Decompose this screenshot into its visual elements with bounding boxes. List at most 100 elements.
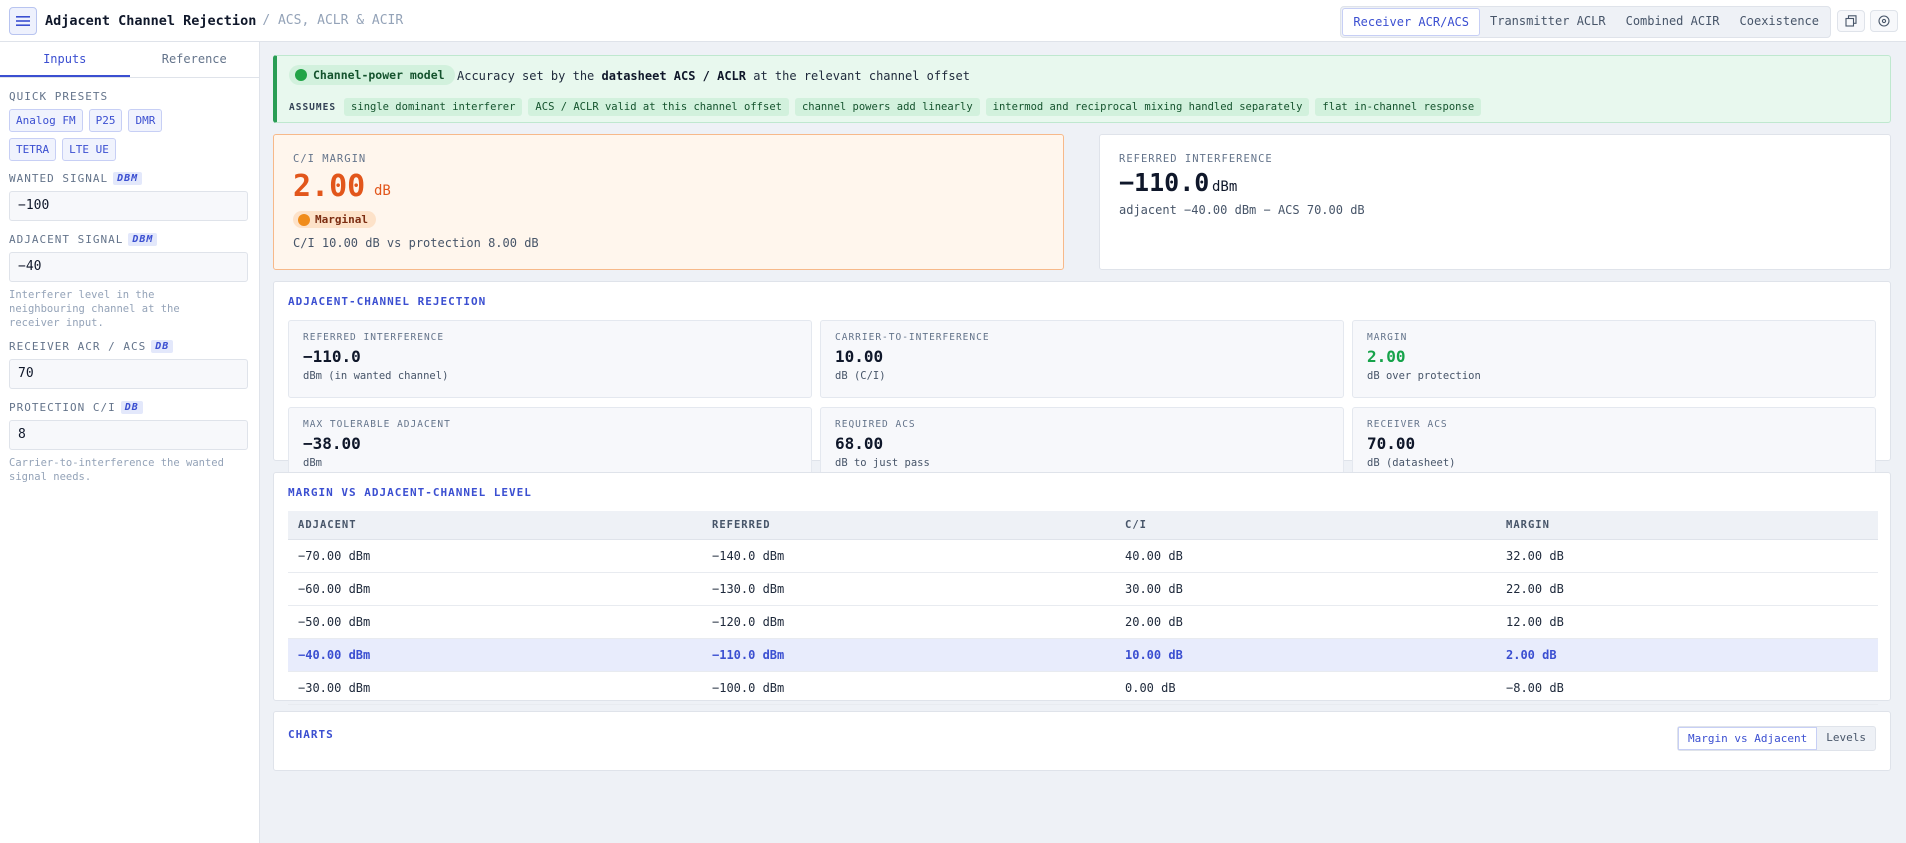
adjacent-signal-input[interactable]: −40 — [9, 252, 248, 282]
preset-tetra[interactable]: TETRA — [9, 138, 57, 161]
table-cell: −130.0 dBm — [702, 572, 1115, 606]
metric-referred-interference: REFERRED INTERFERENCE −110.0 dBm (in wan… — [288, 320, 812, 398]
section-title: MARGIN VS ADJACENT-CHANNEL LEVEL — [288, 486, 532, 499]
column-header: ADJACENT — [288, 511, 702, 540]
model-text-bold: datasheet ACS / ACLR — [601, 69, 747, 83]
metric-value: 2.00 — [1367, 347, 1406, 366]
unit-badge: DB — [151, 340, 174, 353]
metric-carrier-to-interference: CARRIER-TO-INTERFERENCE 10.00 dB (C/I) — [820, 320, 1344, 398]
ci-margin-card: C/I MARGIN 2.00 dB Marginal C/I 10.00 dB… — [273, 134, 1064, 270]
ci-margin-description: C/I 10.00 dB vs protection 8.00 dB — [293, 236, 539, 250]
metric-label: MARGIN — [1367, 332, 1408, 343]
metric-value: 68.00 — [835, 434, 884, 453]
field-label: ADJACENT SIGNAL — [9, 233, 124, 246]
field-label: RECEIVER ACR / ACS — [9, 340, 147, 353]
assumptions: ASSUMES single dominant interferer ACS /… — [289, 98, 1482, 116]
field-label: WANTED SIGNAL — [9, 172, 109, 185]
tab-receiver-acr-acs[interactable]: Receiver ACR/ACS — [1342, 8, 1480, 36]
status-badge: Marginal — [293, 211, 376, 228]
table-row: −60.00 dBm −130.0 dBm 30.00 dB 22.00 dB — [288, 572, 1878, 606]
table-cell: 32.00 dB — [1496, 539, 1878, 573]
preset-lte-ue[interactable]: LTE UE — [62, 138, 116, 161]
sidebar: Inputs Reference QUICK PRESETS Analog FM… — [0, 42, 260, 843]
adjacent-signal-hint: Interferer level in the neighbouring cha… — [9, 289, 180, 329]
chart-view-toggle: Margin vs Adjacent Levels — [1677, 726, 1876, 751]
table-body: −70.00 dBm −140.0 dBm 40.00 dB 32.00 dB −60.… — [288, 539, 1878, 738]
model-banner: Channel-power model Accuracy set by the … — [273, 55, 1891, 123]
table-cell: −70.00 dBm — [288, 539, 702, 573]
wanted-signal-input[interactable]: −100 — [9, 191, 248, 221]
metric-value: 10.00 — [835, 347, 884, 366]
table-cell: 40.00 dB — [1115, 539, 1496, 573]
assumption-chip: single dominant interferer — [344, 98, 523, 116]
charts-section: CHARTS Margin vs Adjacent Levels — [273, 711, 1891, 771]
unit-badge: DB — [120, 401, 143, 414]
margin-table-section: MARGIN VS ADJACENT-CHANNEL LEVEL ADJACEN… — [273, 472, 1891, 738]
metric-value: −38.00 — [303, 434, 361, 453]
table-cell: −110.0 dBm — [702, 638, 1115, 672]
toggle-levels[interactable]: Levels — [1817, 727, 1875, 750]
app-subtitle: / ACS, ACLR & ACIR — [262, 13, 404, 28]
receiver-acs-input[interactable]: 70 — [9, 359, 248, 389]
column-header: MARGIN — [1496, 511, 1878, 540]
tab-coexistence[interactable]: Coexistence — [1730, 8, 1829, 36]
referred-interference-card: REFERRED INTERFERENCE −110.0 dBm adjacen… — [1099, 134, 1891, 270]
menu-button[interactable] — [9, 6, 37, 35]
table-cell: 30.00 dB — [1115, 572, 1496, 606]
preset-p25[interactable]: P25 — [88, 109, 123, 132]
tab-inputs[interactable]: Inputs — [0, 42, 130, 77]
table-cell: −40.00 dBm — [288, 638, 702, 672]
model-text-pre: Accuracy set by the — [457, 69, 595, 83]
mode-tabs: Receiver ACR/ACS Transmitter ACLR Combin… — [1340, 6, 1831, 38]
metric-sub: dB (C/I) — [835, 370, 886, 382]
unit-badge: DBM — [128, 233, 158, 246]
app-title: Adjacent Channel Rejection — [45, 12, 257, 29]
model-name: Channel-power model — [313, 68, 445, 82]
metric-value: 70.00 — [1367, 434, 1416, 453]
status-badge-label: Marginal — [315, 213, 368, 226]
tab-transmitter-aclr[interactable]: Transmitter ACLR — [1480, 8, 1616, 36]
adjacent-signal-label: ADJACENT SIGNAL DBM — [9, 233, 250, 246]
copy-icon — [1845, 15, 1857, 27]
help-icon — [1878, 15, 1890, 27]
metric-sub: dB (datasheet) — [1367, 457, 1456, 469]
ci-margin-unit: dB — [374, 183, 391, 199]
tab-reference[interactable]: Reference — [130, 42, 260, 77]
tab-combined-acir[interactable]: Combined ACIR — [1616, 8, 1730, 36]
metric-label: REQUIRED ACS — [835, 419, 916, 430]
preset-dmr[interactable]: DMR — [128, 109, 163, 132]
model-description: Accuracy set by the datasheet ACS / ACLR… — [457, 69, 970, 83]
metric-sub: dB over protection — [1367, 370, 1481, 382]
inputs-panel: QUICK PRESETS Analog FM P25 DMR TETRA LT… — [0, 78, 259, 494]
sidebar-tabs: Inputs Reference — [0, 42, 259, 78]
column-header: REFERRED — [702, 511, 1115, 540]
copy-button[interactable] — [1837, 10, 1865, 32]
toggle-margin-vs-adjacent[interactable]: Margin vs Adjacent — [1678, 727, 1818, 750]
protection-ci-label: PROTECTION C/I DB — [9, 401, 250, 414]
warning-dot-icon — [298, 213, 310, 226]
acr-section: ADJACENT-CHANNEL REJECTION REFERRED INTE… — [273, 281, 1891, 485]
metric-label: CARRIER-TO-INTERFERENCE — [835, 332, 990, 343]
metric-value: −110.0 — [303, 347, 361, 366]
wanted-signal-label: WANTED SIGNAL DBM — [9, 172, 250, 185]
app-header: Adjacent Channel Rejection / ACS, ACLR &… — [0, 0, 1906, 42]
ci-margin-value: 2.00 — [293, 169, 366, 204]
metric-margin: MARGIN 2.00 dB over protection — [1352, 320, 1876, 398]
column-header: C/I — [1115, 511, 1496, 540]
metric-sub: dBm — [303, 457, 322, 469]
table-cell: 10.00 dB — [1115, 638, 1496, 672]
assumption-chip: channel powers add linearly — [794, 98, 980, 116]
table-cell: 22.00 dB — [1496, 572, 1878, 606]
metric-label: REFERRED INTERFERENCE — [303, 332, 445, 343]
table-cell: −30.00 dBm — [288, 671, 702, 705]
metric-label: RECEIVER ACS — [1367, 419, 1448, 430]
help-button[interactable] — [1870, 10, 1898, 32]
protection-ci-input[interactable]: 8 — [9, 420, 248, 450]
preset-analog-fm[interactable]: Analog FM — [9, 109, 83, 132]
table-cell: −50.00 dBm — [288, 605, 702, 639]
table-cell: 2.00 dB — [1496, 638, 1878, 672]
metric-label: MAX TOLERABLE ADJACENT — [303, 419, 451, 430]
table-cell: −8.00 dB — [1496, 671, 1878, 705]
table-row: −40.00 dBm −110.0 dBm 10.00 dB 2.00 dB — [288, 638, 1878, 672]
protection-ci-hint: Carrier-to-interference the wanted signa… — [9, 457, 224, 483]
